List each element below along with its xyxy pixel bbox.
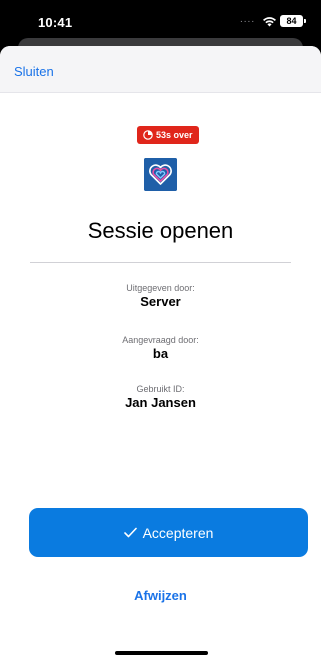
wifi-icon bbox=[263, 17, 276, 27]
screen: 10:41 .... 84 Sluiten 53s over Sessie op bbox=[0, 0, 321, 660]
requested-by-group: Aangevraagd door: ba bbox=[0, 335, 321, 362]
requested-by-value: ba bbox=[152, 346, 169, 361]
status-bar: 10:41 .... 84 bbox=[0, 0, 321, 36]
home-indicator[interactable] bbox=[115, 651, 208, 655]
battery-icon: 84 bbox=[280, 15, 306, 27]
accept-button[interactable]: Accepteren bbox=[29, 508, 308, 557]
requested-by-label: Aangevraagd door: bbox=[122, 335, 199, 345]
used-id-group: Gebruikt ID: Jan Jansen bbox=[0, 384, 321, 411]
divider bbox=[30, 262, 291, 263]
timer-icon bbox=[143, 130, 153, 140]
issued-by-value: Server bbox=[140, 294, 181, 309]
reject-button[interactable]: Afwijzen bbox=[0, 588, 321, 603]
timer-label: 53s over bbox=[156, 130, 193, 140]
used-id-label: Gebruikt ID: bbox=[136, 384, 185, 394]
close-button[interactable]: Sluiten bbox=[14, 64, 54, 79]
sheet-nav-bar: Sluiten bbox=[0, 46, 321, 93]
used-id-value: Jan Jansen bbox=[125, 395, 196, 410]
page-title: Sessie openen bbox=[87, 218, 234, 243]
issued-by-label: Uitgegeven door: bbox=[126, 283, 195, 293]
timer-badge: 53s over bbox=[137, 126, 199, 144]
issued-by-group: Uitgegeven door: Server bbox=[0, 283, 321, 310]
status-time: 10:41 bbox=[38, 15, 73, 30]
check-icon bbox=[123, 527, 137, 538]
heart-logo-icon bbox=[144, 158, 177, 191]
signal-dots: .... bbox=[240, 14, 256, 25]
accept-label: Accepteren bbox=[142, 524, 214, 541]
session-sheet: Sluiten 53s over Sessie openen Uitgegeve… bbox=[0, 46, 321, 660]
